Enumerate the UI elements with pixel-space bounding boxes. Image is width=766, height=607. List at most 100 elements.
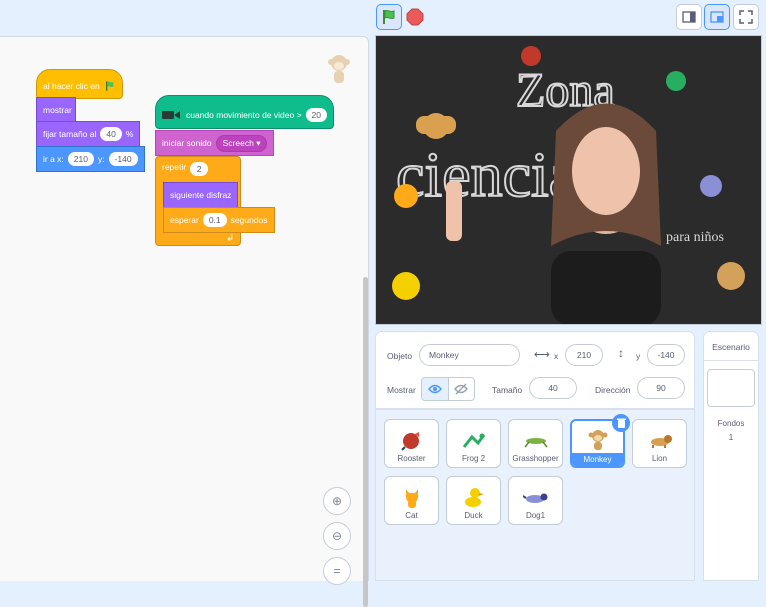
show-toggle <box>421 377 475 401</box>
sprite-list: Rooster Frog 2 Grasshopper Monkey Lion C… <box>375 409 695 581</box>
when-flag-clicked-block[interactable]: al hacer clic en <box>36 69 123 99</box>
rooster-icon <box>399 430 425 452</box>
show-visible-button[interactable] <box>422 378 449 400</box>
sprite-tile[interactable]: Dog1 <box>508 476 563 525</box>
sprite-tile[interactable]: Cat <box>384 476 439 525</box>
green-flag-icon <box>383 9 395 24</box>
sound-dropdown[interactable]: Screech ▾ <box>215 134 268 152</box>
go-to-y-input[interactable]: -140 <box>108 152 138 166</box>
next-costume-label: siguiente disfraz <box>170 190 232 200</box>
show-block[interactable]: mostrar <box>36 97 76 123</box>
stage-header: Escenario <box>704 332 758 361</box>
x-label: x <box>554 351 559 361</box>
sprite-tile[interactable]: Lion <box>632 419 687 468</box>
sprite-tile[interactable]: Duck <box>446 476 501 525</box>
cat-icon <box>399 487 425 509</box>
workspace-sprite-indicator <box>326 53 352 89</box>
frog-icon <box>461 430 487 452</box>
duck-icon <box>461 487 487 509</box>
x-position-field[interactable]: 210 <box>565 344 603 366</box>
when-video-motion-block[interactable]: cuando movimiento de video > 20 <box>155 95 334 129</box>
next-costume-block[interactable]: siguiente disfraz <box>163 182 239 208</box>
when-motion-label: cuando movimiento de video > <box>186 110 302 120</box>
repeat-arrow-icon: ↲ <box>226 233 235 244</box>
direction-field[interactable]: 90 <box>637 377 685 399</box>
wait-block[interactable]: esperar 0.1 segundos <box>163 207 275 233</box>
monkey-icon <box>328 55 350 83</box>
go-to-xy-block[interactable]: ir a x: 210 y: -140 <box>36 146 145 172</box>
size-label: Tamaño <box>492 385 523 395</box>
x-arrows-icon: ⟷ <box>534 349 550 361</box>
video-sensing-icon <box>162 111 180 119</box>
sprite-name: Grasshopper <box>512 454 559 463</box>
code-workspace[interactable]: al hacer clic en mostrar fijar tamaño al… <box>0 36 369 607</box>
zoom-in-button[interactable]: ⊕ <box>323 487 351 515</box>
zoom-out-button[interactable]: ⊖ <box>323 522 351 550</box>
normal-stage-button[interactable] <box>704 4 730 30</box>
y-position-field[interactable]: -140 <box>647 344 685 366</box>
start-sound-label: iniciar sonido <box>162 138 212 148</box>
sprite-tile[interactable]: Frog 2 <box>446 419 501 468</box>
sprite-info-panel: Objeto Monkey ⟷ x 210 ↕ y -140 Mostrar T… <box>375 331 695 409</box>
eye-icon <box>427 384 442 394</box>
sprite-tile[interactable]: Rooster <box>384 419 439 468</box>
small-stage-button[interactable] <box>676 4 702 30</box>
x-value: 210 <box>576 350 592 360</box>
delete-sprite-button[interactable] <box>612 414 630 432</box>
sprite-name: Cat <box>405 511 418 520</box>
set-size-unit: % <box>125 129 134 139</box>
y-arrows-icon: ↕ <box>618 346 624 360</box>
green-flag-button[interactable] <box>376 4 402 30</box>
stage-selector[interactable]: Escenario Fondos 1 <box>703 331 759 581</box>
svg-text:para niños: para niños <box>666 230 724 245</box>
start-sound-block[interactable]: iniciar sonido Screech ▾ <box>155 130 275 156</box>
green-flag-icon <box>105 81 114 91</box>
workspace-scrollbar[interactable] <box>363 277 368 607</box>
set-size-input[interactable]: 40 <box>100 127 122 141</box>
y-label: y <box>636 351 641 361</box>
wait-label: esperar <box>170 215 199 225</box>
go-to-y-label: y: <box>97 154 105 164</box>
size-value: 40 <box>548 383 558 393</box>
sprite-tile-selected[interactable]: Monkey <box>570 414 630 468</box>
sprite-name-field[interactable]: Monkey <box>419 344 520 366</box>
stage-canvas[interactable]: Zona ciencias para niños <box>375 35 762 325</box>
sprite-name: Duck <box>464 511 483 520</box>
stop-button[interactable] <box>402 4 428 30</box>
backdrop-thumbnail[interactable] <box>707 369 755 407</box>
monkey-icon <box>585 429 611 451</box>
sprite-name: Rooster <box>397 454 426 463</box>
fullscreen-button[interactable] <box>733 4 759 30</box>
repeat-count-input[interactable]: 2 <box>190 162 209 176</box>
when-flag-label: al hacer clic en <box>43 81 100 91</box>
wait-seconds-input[interactable]: 0.1 <box>202 213 227 227</box>
repeat-label: repetir <box>162 162 187 172</box>
sprite-name: Dog1 <box>525 511 546 520</box>
fullscreen-icon <box>739 10 753 24</box>
zoom-in-icon: ⊕ <box>331 494 343 508</box>
wait-unit: segundos <box>230 215 268 225</box>
y-value: -140 <box>657 350 675 360</box>
size-field[interactable]: 40 <box>529 377 577 399</box>
lion-icon <box>647 430 673 452</box>
trash-icon <box>616 418 626 428</box>
normal-stage-icon <box>710 11 724 23</box>
dog-icon <box>522 487 549 509</box>
eye-slash-icon <box>454 383 469 395</box>
sprite-name-value: Monkey <box>429 350 459 360</box>
zoom-reset-icon: = <box>333 564 341 578</box>
show-hidden-button[interactable] <box>449 378 475 400</box>
object-label: Objeto <box>387 351 413 361</box>
set-size-label: fijar tamaño al <box>43 129 97 139</box>
go-to-label: ir a x: <box>43 154 64 164</box>
set-size-block[interactable]: fijar tamaño al 40 % <box>36 121 141 147</box>
show-label: Mostrar <box>387 385 416 395</box>
motion-threshold-input[interactable]: 20 <box>305 108 327 122</box>
sprite-tile[interactable]: Grasshopper <box>508 419 563 468</box>
go-to-x-input[interactable]: 210 <box>67 152 94 166</box>
show-label: mostrar <box>43 105 72 115</box>
sprite-name: Frog 2 <box>461 454 486 463</box>
small-stage-icon <box>682 11 696 23</box>
sprite-name: Lion <box>651 454 668 463</box>
direction-value: 90 <box>656 383 666 393</box>
